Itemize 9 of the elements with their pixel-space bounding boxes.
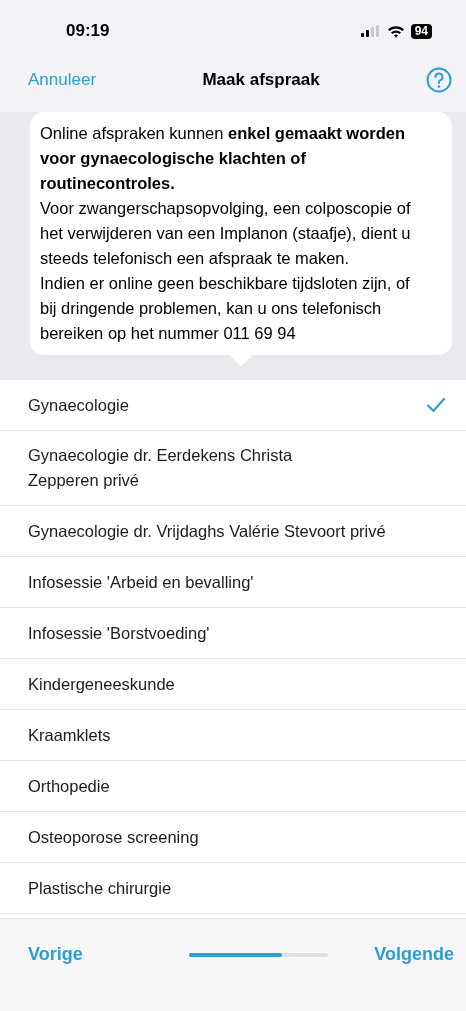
screen-title: Maak afspraak — [202, 69, 320, 92]
info-paragraph: Online afspraken kunnen enkel gemaakt worden voor gynaecologische klachten of routinecontroles. — [40, 123, 407, 194]
wifi-icon — [386, 24, 405, 38]
battery-level: 94 — [410, 23, 432, 39]
info-paragraph: Voor zwangerschapsopvolging, een colposcopie of het verwijderen van een Implanon (staafje), dient u steeds telefonisch een afspraak te maken. — [40, 198, 412, 269]
help-icon[interactable] — [426, 67, 452, 93]
status-time: 09:19 — [66, 20, 110, 43]
signal-icon — [360, 25, 381, 37]
info-paragraph: Indien er online geen beschikbare tijdsloten zijn, of bij dringende problemen, kan u ons telefonisch bereiken op het nummer 011 69 94 — [40, 273, 411, 344]
